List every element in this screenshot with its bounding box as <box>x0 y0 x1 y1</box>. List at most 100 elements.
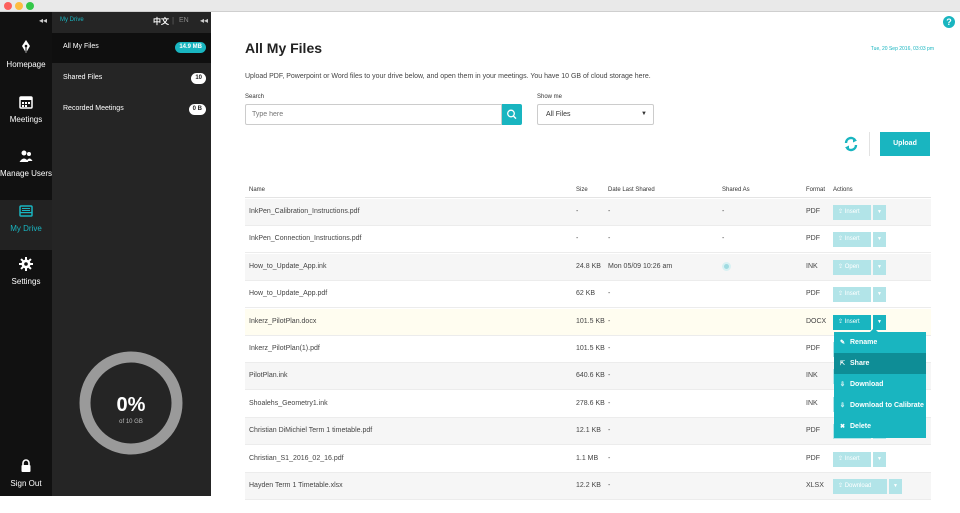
show-me-value: All Files <box>546 111 571 118</box>
close-window-button[interactable] <box>4 2 12 10</box>
table-row[interactable]: How_to_Update_App.ink 24.8 KB Mon 05/09 10… <box>245 253 931 281</box>
row-action-button[interactable]: ⇪ Download <box>833 479 887 494</box>
menu-item-label: Share <box>850 360 870 367</box>
zoom-window-button[interactable] <box>26 2 34 10</box>
file-name: How_to_Update_App.ink <box>249 262 327 270</box>
file-size: 1.1 MB <box>576 454 599 462</box>
file-shared-as: - <box>722 208 725 215</box>
column-header-size[interactable]: Size <box>576 187 588 193</box>
file-date-shared: - <box>608 290 611 298</box>
search-input[interactable] <box>245 104 502 125</box>
search-label: Search <box>245 94 265 100</box>
file-name: PilotPlan.ink <box>249 372 288 380</box>
show-me-select[interactable]: All Files ▼ <box>537 104 654 125</box>
table-row[interactable]: Christian_S1_2016_02_16.pdf 1.1 MB - PDF ⇪ I… <box>245 446 931 473</box>
collapse-rail-icon[interactable]: ◂◂ <box>39 16 47 25</box>
file-size: - <box>576 235 579 243</box>
menu-item-share[interactable]: ⇱ Share <box>834 353 926 374</box>
download-icon: ⇩ <box>840 382 846 388</box>
nav-manage-users[interactable]: Manage Users <box>0 149 52 203</box>
table-row[interactable]: PilotPlan.ink640.6 KB-INK⇪ Open▼ <box>245 363 931 391</box>
row-action-label: Download <box>844 483 872 489</box>
file-size: 24.8 KB <box>576 262 601 270</box>
caret-down-icon: ▼ <box>641 111 647 117</box>
file-name: Christian_S1_2016_02_16.pdf <box>249 454 344 462</box>
column-header-format[interactable]: Format <box>806 187 825 193</box>
row-action-button[interactable]: ⇪ Insert <box>833 205 871 220</box>
row-action-button[interactable]: ⇪ Open <box>833 259 871 275</box>
panel-item-shared-files[interactable]: Shared Files 10 <box>52 64 211 94</box>
row-action-button[interactable]: ⇪ Insert <box>833 451 871 467</box>
row-action-dropdown-toggle[interactable]: ▼ <box>873 287 886 303</box>
table-row[interactable]: InkPen_Calibration_Instructions.pdf - - - PD… <box>245 199 931 226</box>
file-date-shared: - <box>608 482 611 489</box>
collapse-panel-icon[interactable]: ◂◂ <box>200 16 208 25</box>
panel-item-all-my-files[interactable]: All My Files 14.9 MB <box>52 33 211 63</box>
nav-my-drive[interactable]: My Drive <box>0 200 52 250</box>
minimize-window-button[interactable] <box>15 2 23 10</box>
gear-icon <box>19 257 33 271</box>
file-name: Inkerz_PilotPlan.docx <box>249 317 317 325</box>
language-chinese[interactable]: 中文 <box>153 16 169 27</box>
column-header-shared[interactable]: Shared As <box>722 187 750 193</box>
storage-gauge: 0% of 10 GB <box>78 350 184 456</box>
menu-item-delete[interactable]: ✖ Delete <box>834 416 926 437</box>
main-content: ? All My Files Tue, 20 Sep 2016, 03:03 p… <box>211 12 960 500</box>
nav-meetings-label: Meetings <box>9 115 43 124</box>
pen-nib-icon <box>22 40 30 53</box>
table-row[interactable]: InkPen_Connection_Instructions.pdf - - - PDF… <box>245 226 931 254</box>
row-action-dropdown-toggle[interactable]: ▼ <box>873 205 886 220</box>
table-row[interactable]: Inkerz_PilotPlan.docx 101.5 KB - DOCX ⇪ Inse… <box>245 308 931 336</box>
actions-dropdown-menu: ✎ Rename ⇱ Share ⇩ Download ⇩ Download to Ca… <box>834 328 926 438</box>
menu-item-download[interactable]: ⇩ Download <box>834 374 926 395</box>
file-format: INK <box>806 399 818 407</box>
file-format: PDF <box>806 427 820 435</box>
row-action-button[interactable]: ⇪ Insert <box>833 287 871 303</box>
rename-icon: ✎ <box>840 340 846 346</box>
row-action-label: Insert <box>844 236 860 243</box>
nav-my-drive-label: My Drive <box>10 224 42 233</box>
row-action-dropdown-toggle[interactable]: ▼ <box>873 451 886 467</box>
file-size: 62 KB <box>576 290 596 298</box>
row-action-button[interactable]: ⇪ Insert <box>833 232 871 248</box>
nav-sign-out[interactable]: Sign Out <box>0 459 52 513</box>
drive-panel-header: My Drive 中文 | EN ◂◂ <box>52 12 211 30</box>
menu-item-rename[interactable]: ✎ Rename <box>834 332 926 353</box>
table-row[interactable]: Shoalehs_Geometry1.ink278.6 KB-INK⇪ Open… <box>245 391 931 418</box>
action-icon: ⇪ <box>838 318 845 325</box>
upload-button[interactable]: Upload <box>880 132 930 156</box>
menu-item-download-to-calibrate[interactable]: ⇩ Download to Calibrate <box>834 395 926 416</box>
column-header-name[interactable]: Name <box>249 187 265 193</box>
toolbar-divider <box>869 132 870 156</box>
file-format: DOCX <box>806 317 827 325</box>
nav-homepage-label: Homepage <box>6 60 46 69</box>
table-row[interactable]: How_to_Update_App.pdf 62 KB - PDF ⇪ Insert ▼ <box>245 281 931 309</box>
file-name: Hayden Term 1 Timetable.xlsx <box>249 482 343 489</box>
window-titlebar <box>0 0 960 12</box>
file-format: PDF <box>806 454 820 462</box>
nav-meetings[interactable]: Meetings <box>0 95 52 149</box>
panel-item-recorded-meetings[interactable]: Recorded Meetings 0 B <box>52 95 211 125</box>
file-date-shared: - <box>608 399 611 407</box>
table-row[interactable]: Christian DiMichiel Term 1 timetable.pdf… <box>245 418 931 446</box>
nav-settings[interactable]: Settings <box>0 257 52 311</box>
file-size: - <box>576 208 579 215</box>
file-name: Inkerz_PilotPlan(1).pdf <box>249 345 320 352</box>
help-icon[interactable]: ? <box>943 16 955 28</box>
row-action-dropdown-toggle[interactable]: ▼ <box>873 232 886 248</box>
language-english[interactable]: EN <box>179 17 189 24</box>
search-button[interactable] <box>502 104 522 125</box>
sync-icon[interactable] <box>843 136 859 152</box>
row-action-button[interactable]: ⇪ Insert <box>833 314 871 330</box>
table-row[interactable]: Inkerz_PilotPlan(1).pdf101.5 KB-PDF⇪ Ins… <box>245 336 931 363</box>
row-action-dropdown-toggle[interactable]: ▼ <box>873 259 886 275</box>
row-action-dropdown-toggle[interactable]: ▼ <box>889 479 902 494</box>
action-icon: ⇪ <box>838 236 845 243</box>
file-format: PDF <box>806 235 820 243</box>
storage-percent: 0% <box>116 394 146 416</box>
action-icon: ⇪ <box>838 455 845 462</box>
menu-item-label: Rename <box>850 339 878 346</box>
nav-homepage[interactable]: Homepage <box>0 40 52 94</box>
column-header-date[interactable]: Date Last Shared <box>608 187 655 193</box>
search-icon <box>507 109 517 120</box>
